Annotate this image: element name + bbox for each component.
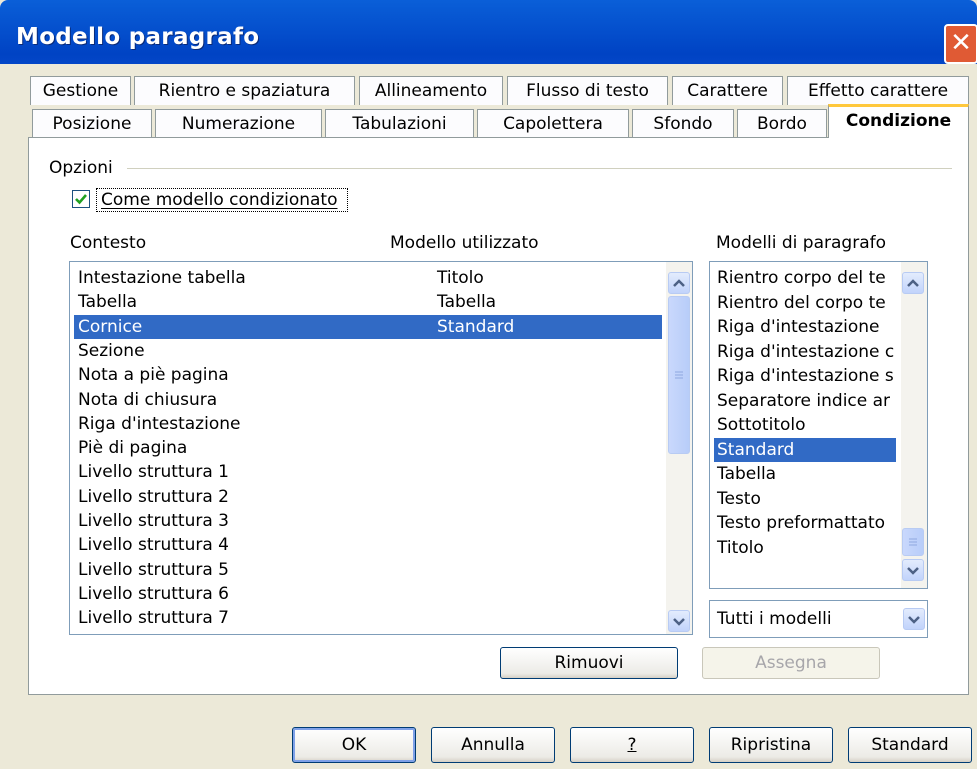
context-row[interactable]: Tabella Tabella (74, 290, 662, 314)
context-cell: Intestazione tabella (78, 268, 246, 288)
context-row[interactable]: Sezione (74, 339, 662, 363)
context-cell: Nota a piè pagina (78, 365, 229, 386)
used-style-header: Modello utilizzato (390, 233, 539, 253)
context-cell: Livello struttura 7 (78, 608, 229, 629)
chevron-down-icon[interactable] (903, 608, 925, 630)
context-cell: Livello struttura 2 (78, 486, 229, 507)
reset-button[interactable]: Ripristina (709, 727, 833, 763)
checkmark-icon (75, 194, 87, 205)
context-cell: Livello struttura 1 (78, 462, 229, 483)
paragraph-style-item[interactable]: Titolo (714, 536, 896, 560)
context-row[interactable]: Livello struttura 3 (74, 509, 662, 533)
used-style-cell: Tabella (437, 292, 497, 313)
dialog-window: Modello paragrafo ✕ Gestione Rientro e s… (0, 0, 977, 769)
tab-rientro-spaziatura[interactable]: Rientro e spaziatura (134, 76, 355, 105)
style-filter-dropdown[interactable]: Tutti i modelli (709, 600, 928, 638)
tab-gestione[interactable]: Gestione (30, 76, 131, 105)
ok-button[interactable]: OK (292, 727, 416, 763)
context-row[interactable]: Cornice Standard (74, 314, 662, 339)
paragraph-style-item[interactable]: Rientro del corpo te (714, 291, 896, 315)
paragraph-style-item[interactable]: Standard (714, 437, 896, 462)
context-row[interactable]: Nota a piè pagina (74, 363, 662, 387)
context-row[interactable]: Intestazione tabella Titolo (74, 266, 662, 290)
tab-flusso-testo[interactable]: Flusso di testo (507, 76, 668, 105)
tab-tabulazioni[interactable]: Tabulazioni (325, 109, 474, 138)
style-filter-value: Tutti i modelli (717, 609, 832, 629)
context-cell: Tabella (78, 292, 138, 313)
dialog-title: Modello paragrafo (16, 24, 260, 50)
tab-bordo[interactable]: Bordo (737, 109, 827, 138)
context-cell: Riga d'intestazione (78, 413, 241, 434)
tab-sfondo[interactable]: Sfondo (632, 109, 734, 138)
context-row[interactable]: Livello struttura 5 (74, 558, 662, 582)
paragraph-style-item[interactable]: Riga d'intestazione c (714, 340, 896, 364)
context-row[interactable]: Piè di pagina (74, 436, 662, 460)
paragraph-style-item[interactable]: Sottotitolo (714, 413, 896, 437)
context-scroll-thumb[interactable] (668, 296, 690, 454)
context-row[interactable]: Livello struttura 7 (74, 606, 662, 630)
tab-posizione[interactable]: Posizione (32, 109, 152, 138)
help-button[interactable]: ? (570, 727, 694, 763)
tab-allineamento[interactable]: Allineamento (359, 76, 503, 105)
scroll-down-icon[interactable] (902, 559, 924, 581)
cancel-button[interactable]: Annulla (431, 727, 555, 763)
remove-button[interactable]: Rimuovi (500, 647, 678, 679)
standard-button[interactable]: Standard (848, 727, 972, 763)
context-header: Contesto (70, 233, 147, 253)
context-cell: Sezione (78, 340, 145, 361)
context-cell: Livello struttura 5 (78, 559, 229, 580)
scroll-up-icon[interactable] (902, 272, 924, 294)
scroll-down-icon[interactable] (668, 610, 690, 632)
options-group-label: Opzioni (49, 158, 113, 178)
context-scrollbar[interactable] (666, 262, 692, 634)
context-row[interactable]: Livello struttura 4 (74, 533, 662, 557)
context-cell: Cornice (78, 316, 143, 337)
styles-scroll-thumb[interactable] (902, 528, 924, 556)
paragraph-style-item[interactable]: Riga d'intestazione s (714, 364, 896, 388)
paragraph-style-item[interactable]: Riga d'intestazione (714, 315, 896, 339)
paragraph-style-item[interactable]: Testo (714, 487, 896, 511)
tab-capolettera[interactable]: Capolettera (477, 109, 629, 138)
paragraph-style-item[interactable]: Separatore indice ar (714, 389, 896, 413)
context-row[interactable]: Livello struttura 1 (74, 460, 662, 484)
assign-button[interactable]: Assegna (702, 647, 880, 679)
context-row[interactable]: Livello struttura 2 (74, 485, 662, 509)
context-cell: Piè di pagina (78, 438, 188, 459)
paragraph-styles-listbox[interactable]: Rientro corpo del te Rientro del corpo te… (709, 261, 928, 589)
context-listbox[interactable]: Intestazione tabella Titolo Tabella Tabella… (69, 261, 693, 635)
styles-scrollbar[interactable] (901, 262, 927, 588)
used-style-cell: Standard (437, 316, 515, 337)
options-divider (127, 168, 952, 169)
context-cell: Nota di chiusura (78, 389, 218, 410)
context-cell: Livello struttura 3 (78, 511, 229, 531)
conditional-style-checkbox[interactable] (72, 190, 90, 208)
context-row[interactable]: Livello struttura 6 (74, 582, 662, 606)
paragraph-styles-header: Modelli di paragrafo (716, 233, 887, 253)
paragraph-style-item[interactable]: Tabella (714, 462, 896, 486)
scroll-up-icon[interactable] (668, 272, 690, 294)
tab-effetto-carattere[interactable]: Effetto carattere (787, 76, 969, 105)
conditional-style-label[interactable]: Come modello condizionato (101, 190, 338, 210)
close-icon[interactable]: ✕ (944, 24, 977, 64)
context-row[interactable]: Riga d'intestazione (74, 412, 662, 436)
context-cell: Livello struttura 4 (78, 535, 229, 556)
tab-carattere[interactable]: Carattere (672, 76, 783, 105)
tab-numerazione[interactable]: Numerazione (155, 109, 322, 138)
paragraph-style-item[interactable]: Testo preformattato (714, 511, 896, 535)
paragraph-style-item[interactable]: Rientro corpo del te (714, 266, 896, 290)
tab-condizione[interactable]: Condizione (828, 104, 969, 138)
used-style-cell: Titolo (437, 268, 484, 288)
context-cell: Livello struttura 6 (78, 583, 229, 604)
context-row[interactable]: Nota di chiusura (74, 388, 662, 412)
